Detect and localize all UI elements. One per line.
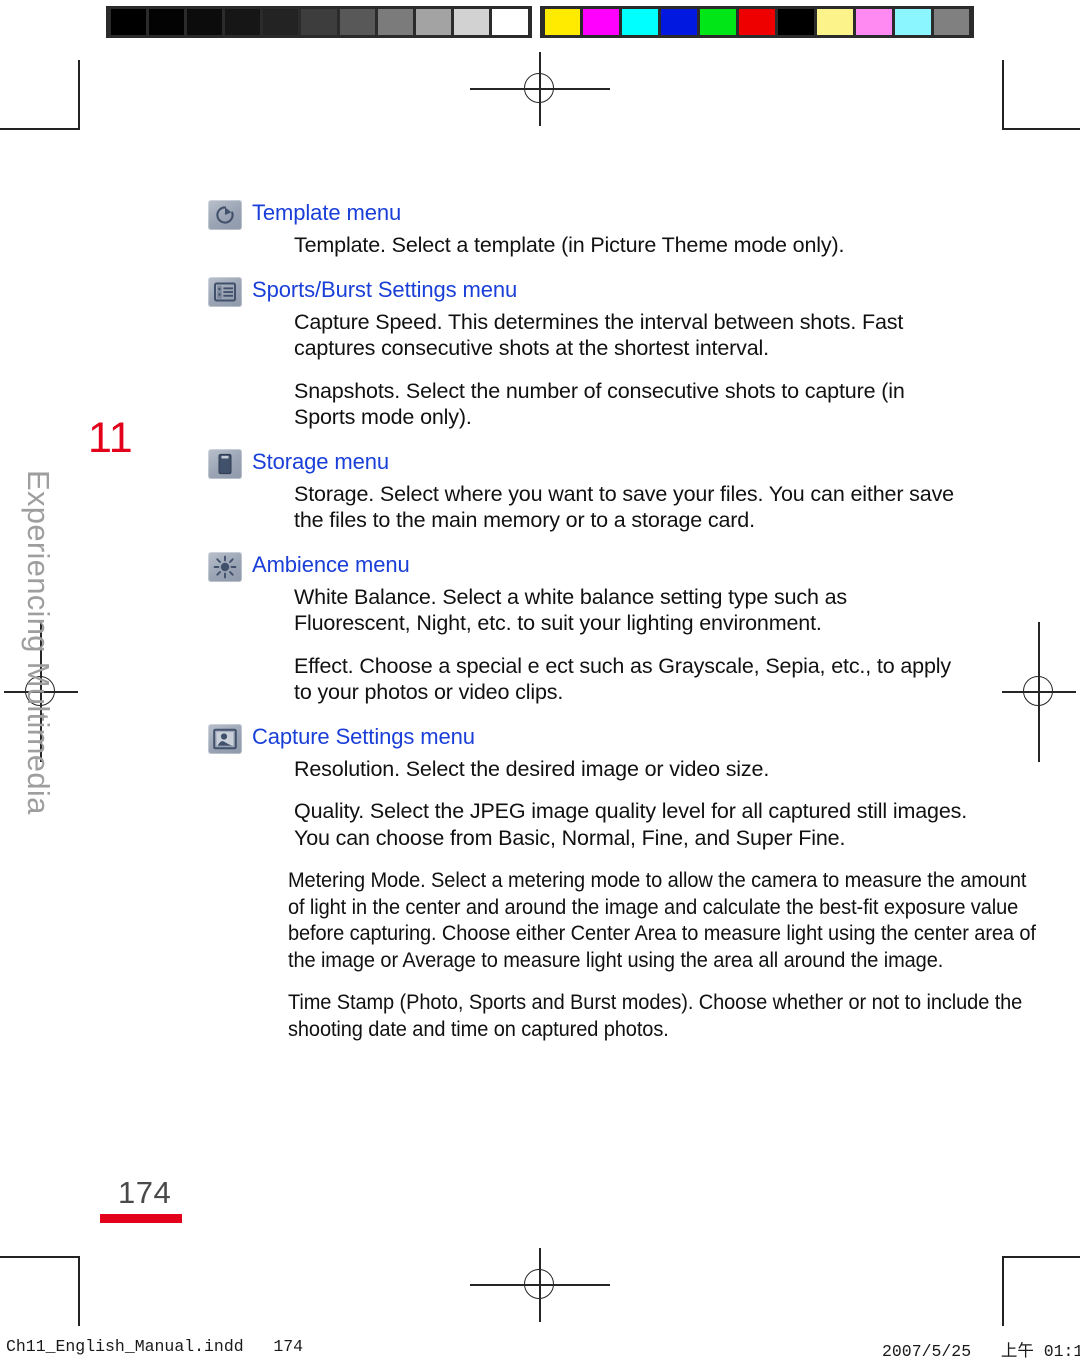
page-number: 174 [118, 1175, 172, 1210]
color-patch-8 [855, 9, 892, 35]
section-capture-settings-menu: Capture Settings menu Resolution. Select… [208, 722, 1036, 1043]
chapter-number: 11 [88, 414, 133, 462]
grayscale-patch-9 [454, 9, 490, 35]
footer-timestamp: 2007/5/25 上午 01:11: [882, 1342, 1080, 1361]
template-refresh-icon [208, 200, 242, 230]
grayscale-calibration-bar [106, 6, 532, 38]
paragraph: Resolution. Select the desired image or … [294, 756, 770, 781]
storage-memory-card-icon [208, 448, 242, 479]
grayscale-patch-0 [110, 9, 146, 35]
grayscale-patch-10 [492, 9, 528, 35]
section-heading: Sports/Burst Settings menu [208, 275, 968, 307]
paragraph: Snapshots. Select the number of consecut… [294, 378, 905, 430]
section-heading: Template menu [208, 198, 968, 230]
paragraph: Storage. Select where you want to save y… [294, 481, 954, 533]
ambience-brightness-icon [208, 551, 242, 582]
capture-settings-photo-icon [208, 723, 242, 754]
section-template-menu: Template menu Template. Select a templat… [208, 198, 968, 259]
registration-mark-right [1002, 622, 1076, 762]
paragraph: Time Stamp (Photo, Sports and Burst mode… [287, 990, 1023, 1041]
grayscale-patch-2 [186, 9, 223, 35]
grayscale-patch-7 [377, 9, 413, 35]
footer-filename: Ch11_English_Manual.indd 174 [6, 1337, 304, 1356]
content-column: Template menu Template. Select a templat… [208, 198, 1036, 1058]
paragraph: Metering Mode. Select a metering mode to… [287, 868, 1036, 972]
page-number-rule [100, 1214, 182, 1223]
color-patch-9 [894, 9, 931, 35]
chapter-title: Experiencing Multimedia [21, 470, 56, 815]
color-patch-1 [583, 9, 620, 35]
grayscale-patch-4 [263, 9, 299, 35]
section-sports-burst-settings-menu: Sports/Burst Settings menu Capture Speed… [208, 275, 968, 431]
section-title: Capture Settings menu [252, 723, 475, 749]
section-heading: Ambience menu [208, 550, 968, 582]
color-patch-2 [622, 9, 659, 35]
color-patch-6 [777, 9, 814, 35]
paragraph: Quality. Select the JPEG image quality l… [294, 799, 968, 850]
section-title: Storage menu [252, 448, 389, 474]
grayscale-patch-1 [148, 9, 184, 35]
grayscale-patch-3 [225, 9, 261, 35]
registration-mark-bottom [470, 1248, 610, 1322]
paragraph: Capture Speed. This determines the inter… [294, 309, 904, 361]
section-title: Template menu [252, 200, 402, 225]
grayscale-patch-8 [416, 9, 452, 35]
paragraph: White Balance. Select a white balance se… [294, 584, 848, 636]
section-ambience-menu: Ambience menu White Balance. Select a wh… [208, 550, 968, 706]
grayscale-patch-6 [339, 9, 375, 35]
section-storage-menu: Storage menu Storage. Select where you w… [208, 447, 968, 534]
section-title: Sports/Burst Settings menu [252, 276, 518, 302]
color-patch-4 [700, 9, 737, 35]
section-heading: Capture Settings menu [208, 722, 968, 754]
color-patch-3 [661, 9, 698, 35]
color-patch-10 [933, 9, 970, 35]
grayscale-patch-5 [301, 9, 337, 35]
color-patch-5 [739, 9, 775, 35]
sports-burst-list-icon [208, 276, 242, 307]
section-title: Ambience menu [252, 551, 410, 577]
color-calibration-bar [540, 6, 974, 38]
registration-mark-top [470, 52, 610, 126]
color-patch-7 [816, 9, 853, 35]
paragraph: Template. Select a template (in Picture … [294, 233, 845, 257]
color-patch-0 [544, 9, 581, 35]
paragraph: Effect. Choose a special e ect such as G… [294, 653, 952, 705]
section-heading: Storage menu [208, 447, 968, 479]
manual-page: 11 Experiencing Multimedia Template menu… [0, 0, 1080, 1364]
